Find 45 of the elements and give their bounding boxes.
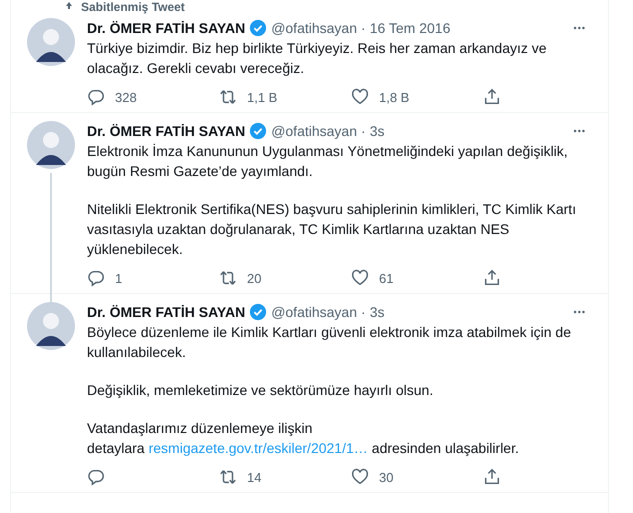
more-button[interactable]: ••• bbox=[568, 23, 592, 33]
share-icon[interactable] bbox=[483, 88, 501, 106]
retweet-icon[interactable] bbox=[219, 88, 237, 106]
reply-icon[interactable] bbox=[87, 88, 105, 106]
author-handle[interactable]: @ofatihsayan bbox=[271, 18, 358, 38]
retweet-count: 20 bbox=[247, 270, 262, 286]
retweet-count: 1,1 B bbox=[247, 90, 278, 104]
avatar[interactable] bbox=[27, 18, 75, 66]
tweet-text: Türkiye bizimdir. Biz hep birlikte Türkiyeyiz. Reis her zaman arkandayız ve olacağız. Gerekli cevabı vereceğiz. bbox=[87, 39, 548, 78]
retweet-icon[interactable] bbox=[219, 269, 237, 287]
author-name[interactable]: Dr. ÖMER FATİH SAYAN bbox=[87, 302, 246, 322]
author-name[interactable]: Dr. ÖMER FATİH SAYAN bbox=[87, 18, 246, 38]
separator: · bbox=[361, 303, 366, 322]
avatar[interactable] bbox=[27, 121, 75, 169]
reply-count: 1 bbox=[115, 270, 122, 286]
like-count: 61 bbox=[379, 270, 394, 286]
reply-icon[interactable] bbox=[87, 269, 105, 287]
separator: · bbox=[361, 19, 366, 38]
tweet-time[interactable]: 3s bbox=[370, 121, 384, 141]
share-icon[interactable] bbox=[483, 269, 501, 287]
tweet-text: Böylece düzenleme ile Kimlik Kartları güvenli elektronik imza atabilmek için de kullanılabilecek. bbox=[87, 323, 572, 362]
tweet-text: Elektronik İmza Kanununun Uygulanması Yönetmeliğindeki yapılan değişiklik, bugün Resmi Gazete’de yayımlandı. bbox=[87, 142, 569, 181]
author-name[interactable]: Dr. ÖMER FATİH SAYAN bbox=[87, 121, 246, 141]
reply-icon[interactable] bbox=[87, 468, 105, 486]
heart-icon[interactable] bbox=[351, 269, 369, 287]
tweet-text: Değişiklik, memleketimize ve sektörümüze hayırlı olsun. bbox=[87, 381, 434, 400]
tweet-time[interactable]: 3s bbox=[370, 302, 384, 322]
tweet-text: Vatandaşlarımız düzenlemeye ilişkin detaylara resmigazete.gov.tr/eskiler/2021/1… adresinden ulaşabilirler. bbox=[87, 419, 520, 458]
retweet-icon[interactable] bbox=[219, 468, 237, 486]
author-handle[interactable]: @ofatihsayan bbox=[271, 121, 358, 141]
tweet-text: Nitelikli Elektronik Sertifika(NES) başvuru sahiplerinin kimlikleri, TC Kimlik Kartı vasıtasıyla uzaktan doğrulanarak, TC Kimlik Kartlarına uzaktan NES yüklenebilecek. bbox=[87, 200, 578, 259]
heart-icon[interactable] bbox=[351, 468, 369, 486]
reply-count: 328 bbox=[115, 90, 137, 104]
avatar[interactable] bbox=[27, 302, 75, 350]
share-icon[interactable] bbox=[483, 468, 501, 486]
more-button[interactable]: ••• bbox=[568, 307, 592, 317]
author-handle[interactable]: @ofatihsayan bbox=[271, 302, 358, 322]
heart-icon[interactable] bbox=[351, 88, 369, 106]
tweet-time[interactable]: 16 Tem 2016 bbox=[370, 18, 450, 38]
pinned-label: Sabitlenmiş Tweet bbox=[81, 0, 185, 14]
like-count: 30 bbox=[379, 470, 394, 484]
more-button[interactable]: ••• bbox=[568, 126, 592, 136]
separator: · bbox=[361, 122, 366, 141]
like-count: 1,8 B bbox=[379, 90, 410, 104]
retweet-count: 14 bbox=[247, 470, 262, 484]
